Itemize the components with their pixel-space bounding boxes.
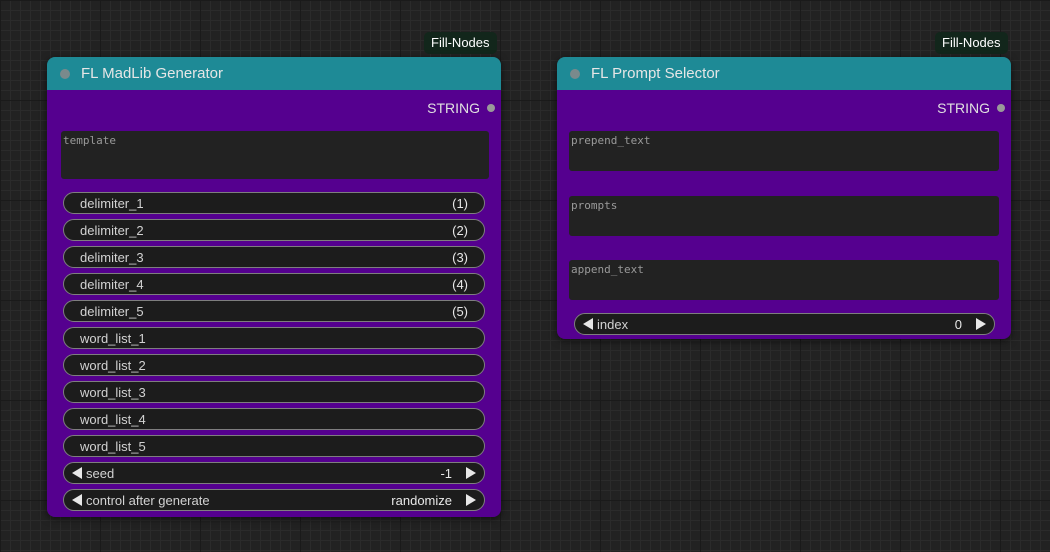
node-header[interactable]: FL MadLib Generator: [47, 57, 501, 90]
widget-label: seed: [86, 465, 115, 481]
prompts-textarea[interactable]: prompts: [569, 196, 999, 236]
output-label: STRING: [427, 100, 480, 116]
field-label: delimiter_1: [80, 195, 144, 211]
widget-label: index: [597, 316, 629, 332]
prepend-text-textarea[interactable]: prepend_text: [569, 131, 999, 171]
field-label: delimiter_4: [80, 276, 144, 292]
append-text-textarea[interactable]: append_text: [569, 260, 999, 300]
widget-value: randomize: [391, 492, 452, 508]
delimiter-4-field[interactable]: delimiter_4 (4): [63, 273, 485, 295]
widget-value: 0: [954, 316, 962, 332]
node-title: FL MadLib Generator: [81, 65, 224, 82]
output-label: STRING: [937, 100, 990, 116]
delimiter-3-field[interactable]: delimiter_3 (3): [63, 246, 485, 268]
field-label: delimiter_2: [80, 222, 144, 238]
word-list-5-field[interactable]: word_list_5: [63, 435, 485, 457]
node-header[interactable]: FL Prompt Selector: [557, 57, 1011, 90]
index-widget[interactable]: index 0: [574, 313, 995, 335]
field-label: word_list_1: [80, 330, 146, 346]
output-slot[interactable]: STRING: [937, 100, 1005, 116]
field-value: (2): [452, 222, 468, 238]
delimiter-1-field[interactable]: delimiter_1 (1): [63, 192, 485, 214]
word-list-3-field[interactable]: word_list_3: [63, 381, 485, 403]
field-value: (1): [452, 195, 468, 211]
collapse-dot-icon[interactable]: [570, 68, 580, 79]
field-label: word_list_3: [80, 384, 146, 400]
seed-widget[interactable]: seed -1: [63, 462, 485, 484]
node-prompt-selector[interactable]: FL Prompt Selector STRING prepend_text p…: [557, 57, 1011, 339]
textarea-placeholder: prompts: [571, 199, 618, 212]
decrement-arrow-icon[interactable]: [72, 467, 82, 479]
word-list-2-field[interactable]: word_list_2: [63, 354, 485, 376]
next-option-arrow-icon[interactable]: [466, 494, 476, 506]
textarea-placeholder: append_text: [571, 263, 644, 276]
field-value: (4): [452, 276, 468, 292]
increment-arrow-icon[interactable]: [976, 318, 986, 330]
increment-arrow-icon[interactable]: [466, 467, 476, 479]
field-value: (5): [452, 303, 468, 319]
delimiter-5-field[interactable]: delimiter_5 (5): [63, 300, 485, 322]
template-textarea[interactable]: template: [61, 131, 489, 179]
previous-option-arrow-icon[interactable]: [72, 494, 82, 506]
node-title: FL Prompt Selector: [591, 65, 720, 82]
node-source-badge: Fill-Nodes: [424, 32, 497, 54]
widget-value: -1: [440, 465, 452, 481]
delimiter-2-field[interactable]: delimiter_2 (2): [63, 219, 485, 241]
field-label: delimiter_3: [80, 249, 144, 265]
field-label: word_list_5: [80, 438, 146, 454]
control-after-generate-widget[interactable]: control after generate randomize: [63, 489, 485, 511]
output-slot[interactable]: STRING: [427, 100, 495, 116]
textarea-placeholder: prepend_text: [571, 134, 651, 147]
textarea-placeholder: template: [63, 134, 116, 147]
field-label: delimiter_5: [80, 303, 144, 319]
node-body: STRING prepend_text prompts append_text …: [557, 90, 1011, 339]
collapse-dot-icon[interactable]: [60, 68, 70, 79]
field-label: word_list_4: [80, 411, 146, 427]
decrement-arrow-icon[interactable]: [583, 318, 593, 330]
field-label: word_list_2: [80, 357, 146, 373]
output-port-icon[interactable]: [487, 104, 495, 112]
word-list-4-field[interactable]: word_list_4: [63, 408, 485, 430]
node-body: STRING template delimiter_1 (1) delimite…: [47, 90, 501, 517]
output-port-icon[interactable]: [997, 104, 1005, 112]
word-list-1-field[interactable]: word_list_1: [63, 327, 485, 349]
widget-label: control after generate: [86, 492, 210, 508]
field-value: (3): [452, 249, 468, 265]
node-source-badge: Fill-Nodes: [935, 32, 1008, 54]
node-madlib-generator[interactable]: FL MadLib Generator STRING template deli…: [47, 57, 501, 517]
